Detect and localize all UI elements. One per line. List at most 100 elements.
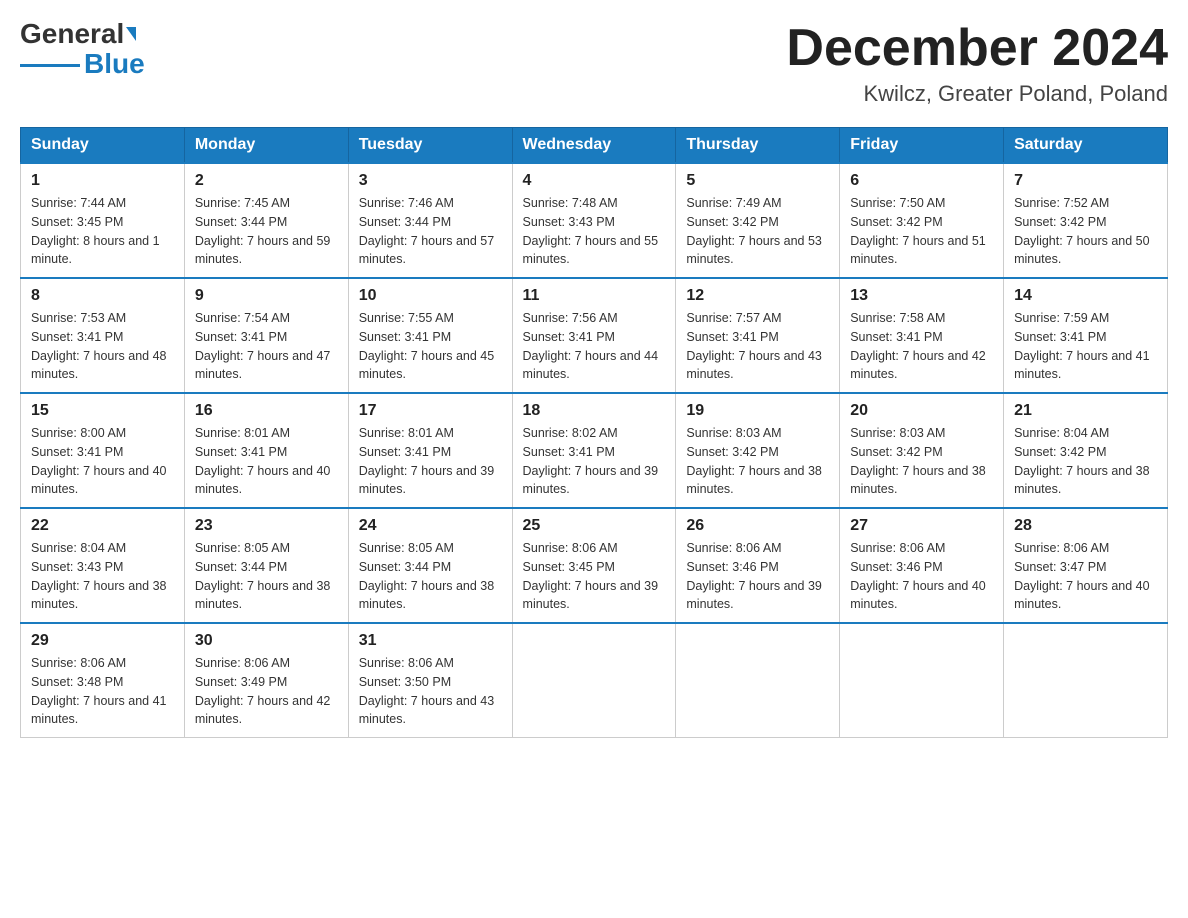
daylight-label: Daylight: 7 hours and 40 minutes. bbox=[31, 464, 167, 497]
sunset-label: Sunset: 3:41 PM bbox=[523, 330, 615, 344]
day-cell: 30 Sunrise: 8:06 AM Sunset: 3:49 PM Dayl… bbox=[184, 623, 348, 738]
day-number: 18 bbox=[523, 402, 666, 420]
day-cell: 4 Sunrise: 7:48 AM Sunset: 3:43 PM Dayli… bbox=[512, 163, 676, 278]
col-header-monday: Monday bbox=[184, 128, 348, 164]
sunset-label: Sunset: 3:43 PM bbox=[31, 560, 123, 574]
day-cell: 27 Sunrise: 8:06 AM Sunset: 3:46 PM Dayl… bbox=[840, 508, 1004, 623]
day-number: 16 bbox=[195, 402, 338, 420]
logo-line bbox=[20, 64, 80, 67]
day-cell bbox=[512, 623, 676, 738]
daylight-label: Daylight: 7 hours and 51 minutes. bbox=[850, 234, 986, 267]
sunrise-label: Sunrise: 7:52 AM bbox=[1014, 196, 1109, 210]
day-info: Sunrise: 8:05 AM Sunset: 3:44 PM Dayligh… bbox=[359, 539, 502, 614]
sunrise-label: Sunrise: 8:06 AM bbox=[523, 541, 618, 555]
sunrise-label: Sunrise: 8:01 AM bbox=[359, 426, 454, 440]
day-info: Sunrise: 7:53 AM Sunset: 3:41 PM Dayligh… bbox=[31, 309, 174, 384]
day-number: 12 bbox=[686, 287, 829, 305]
day-cell: 13 Sunrise: 7:58 AM Sunset: 3:41 PM Dayl… bbox=[840, 278, 1004, 393]
sunrise-label: Sunrise: 8:06 AM bbox=[850, 541, 945, 555]
sunset-label: Sunset: 3:41 PM bbox=[31, 330, 123, 344]
page-header: General Blue December 2024 Kwilcz, Great… bbox=[20, 20, 1168, 107]
daylight-label: Daylight: 7 hours and 40 minutes. bbox=[850, 579, 986, 612]
daylight-label: Daylight: 8 hours and 1 minute. bbox=[31, 234, 160, 267]
day-info: Sunrise: 8:01 AM Sunset: 3:41 PM Dayligh… bbox=[359, 424, 502, 499]
day-number: 1 bbox=[31, 172, 174, 190]
day-cell: 26 Sunrise: 8:06 AM Sunset: 3:46 PM Dayl… bbox=[676, 508, 840, 623]
day-info: Sunrise: 8:04 AM Sunset: 3:43 PM Dayligh… bbox=[31, 539, 174, 614]
sunset-label: Sunset: 3:44 PM bbox=[359, 560, 451, 574]
day-cell: 11 Sunrise: 7:56 AM Sunset: 3:41 PM Dayl… bbox=[512, 278, 676, 393]
sunrise-label: Sunrise: 8:05 AM bbox=[359, 541, 454, 555]
day-info: Sunrise: 8:06 AM Sunset: 3:48 PM Dayligh… bbox=[31, 654, 174, 729]
day-info: Sunrise: 8:06 AM Sunset: 3:45 PM Dayligh… bbox=[523, 539, 666, 614]
day-cell: 31 Sunrise: 8:06 AM Sunset: 3:50 PM Dayl… bbox=[348, 623, 512, 738]
sunrise-label: Sunrise: 8:00 AM bbox=[31, 426, 126, 440]
day-number: 30 bbox=[195, 632, 338, 650]
sunset-label: Sunset: 3:45 PM bbox=[31, 215, 123, 229]
day-cell bbox=[676, 623, 840, 738]
day-cell: 21 Sunrise: 8:04 AM Sunset: 3:42 PM Dayl… bbox=[1004, 393, 1168, 508]
logo-text-general: General bbox=[20, 20, 124, 48]
daylight-label: Daylight: 7 hours and 42 minutes. bbox=[850, 349, 986, 382]
day-info: Sunrise: 7:55 AM Sunset: 3:41 PM Dayligh… bbox=[359, 309, 502, 384]
day-number: 24 bbox=[359, 517, 502, 535]
logo-triangle-icon bbox=[126, 27, 136, 41]
day-info: Sunrise: 8:06 AM Sunset: 3:47 PM Dayligh… bbox=[1014, 539, 1157, 614]
day-number: 22 bbox=[31, 517, 174, 535]
day-cell: 18 Sunrise: 8:02 AM Sunset: 3:41 PM Dayl… bbox=[512, 393, 676, 508]
sunset-label: Sunset: 3:41 PM bbox=[31, 445, 123, 459]
day-cell: 8 Sunrise: 7:53 AM Sunset: 3:41 PM Dayli… bbox=[21, 278, 185, 393]
daylight-label: Daylight: 7 hours and 38 minutes. bbox=[1014, 464, 1150, 497]
day-cell bbox=[840, 623, 1004, 738]
day-info: Sunrise: 8:04 AM Sunset: 3:42 PM Dayligh… bbox=[1014, 424, 1157, 499]
sunrise-label: Sunrise: 8:03 AM bbox=[850, 426, 945, 440]
sunset-label: Sunset: 3:41 PM bbox=[850, 330, 942, 344]
day-cell: 23 Sunrise: 8:05 AM Sunset: 3:44 PM Dayl… bbox=[184, 508, 348, 623]
day-number: 19 bbox=[686, 402, 829, 420]
week-row-2: 8 Sunrise: 7:53 AM Sunset: 3:41 PM Dayli… bbox=[21, 278, 1168, 393]
sunrise-label: Sunrise: 7:53 AM bbox=[31, 311, 126, 325]
day-number: 4 bbox=[523, 172, 666, 190]
daylight-label: Daylight: 7 hours and 53 minutes. bbox=[686, 234, 822, 267]
day-number: 8 bbox=[31, 287, 174, 305]
calendar-table: SundayMondayTuesdayWednesdayThursdayFrid… bbox=[20, 127, 1168, 738]
day-info: Sunrise: 8:03 AM Sunset: 3:42 PM Dayligh… bbox=[850, 424, 993, 499]
col-header-thursday: Thursday bbox=[676, 128, 840, 164]
sunrise-label: Sunrise: 7:49 AM bbox=[686, 196, 781, 210]
day-cell: 22 Sunrise: 8:04 AM Sunset: 3:43 PM Dayl… bbox=[21, 508, 185, 623]
day-cell: 7 Sunrise: 7:52 AM Sunset: 3:42 PM Dayli… bbox=[1004, 163, 1168, 278]
sunset-label: Sunset: 3:42 PM bbox=[1014, 445, 1106, 459]
sunrise-label: Sunrise: 7:57 AM bbox=[686, 311, 781, 325]
day-info: Sunrise: 7:57 AM Sunset: 3:41 PM Dayligh… bbox=[686, 309, 829, 384]
day-cell bbox=[1004, 623, 1168, 738]
sunset-label: Sunset: 3:41 PM bbox=[523, 445, 615, 459]
day-info: Sunrise: 8:01 AM Sunset: 3:41 PM Dayligh… bbox=[195, 424, 338, 499]
day-info: Sunrise: 8:00 AM Sunset: 3:41 PM Dayligh… bbox=[31, 424, 174, 499]
day-info: Sunrise: 8:06 AM Sunset: 3:50 PM Dayligh… bbox=[359, 654, 502, 729]
title-section: December 2024 Kwilcz, Greater Poland, Po… bbox=[786, 20, 1168, 107]
day-number: 26 bbox=[686, 517, 829, 535]
day-cell: 19 Sunrise: 8:03 AM Sunset: 3:42 PM Dayl… bbox=[676, 393, 840, 508]
sunset-label: Sunset: 3:49 PM bbox=[195, 675, 287, 689]
week-row-5: 29 Sunrise: 8:06 AM Sunset: 3:48 PM Dayl… bbox=[21, 623, 1168, 738]
daylight-label: Daylight: 7 hours and 55 minutes. bbox=[523, 234, 659, 267]
day-number: 9 bbox=[195, 287, 338, 305]
sunset-label: Sunset: 3:46 PM bbox=[850, 560, 942, 574]
sunrise-label: Sunrise: 7:56 AM bbox=[523, 311, 618, 325]
sunset-label: Sunset: 3:42 PM bbox=[686, 215, 778, 229]
sunrise-label: Sunrise: 7:50 AM bbox=[850, 196, 945, 210]
day-cell: 29 Sunrise: 8:06 AM Sunset: 3:48 PM Dayl… bbox=[21, 623, 185, 738]
daylight-label: Daylight: 7 hours and 39 minutes. bbox=[523, 579, 659, 612]
daylight-label: Daylight: 7 hours and 59 minutes. bbox=[195, 234, 331, 267]
day-number: 7 bbox=[1014, 172, 1157, 190]
logo-text-blue: Blue bbox=[84, 50, 145, 78]
daylight-label: Daylight: 7 hours and 38 minutes. bbox=[195, 579, 331, 612]
daylight-label: Daylight: 7 hours and 47 minutes. bbox=[195, 349, 331, 382]
day-info: Sunrise: 8:06 AM Sunset: 3:46 PM Dayligh… bbox=[686, 539, 829, 614]
sunset-label: Sunset: 3:41 PM bbox=[359, 445, 451, 459]
day-cell: 1 Sunrise: 7:44 AM Sunset: 3:45 PM Dayli… bbox=[21, 163, 185, 278]
day-info: Sunrise: 7:49 AM Sunset: 3:42 PM Dayligh… bbox=[686, 194, 829, 269]
day-number: 2 bbox=[195, 172, 338, 190]
sunrise-label: Sunrise: 8:05 AM bbox=[195, 541, 290, 555]
day-cell: 20 Sunrise: 8:03 AM Sunset: 3:42 PM Dayl… bbox=[840, 393, 1004, 508]
